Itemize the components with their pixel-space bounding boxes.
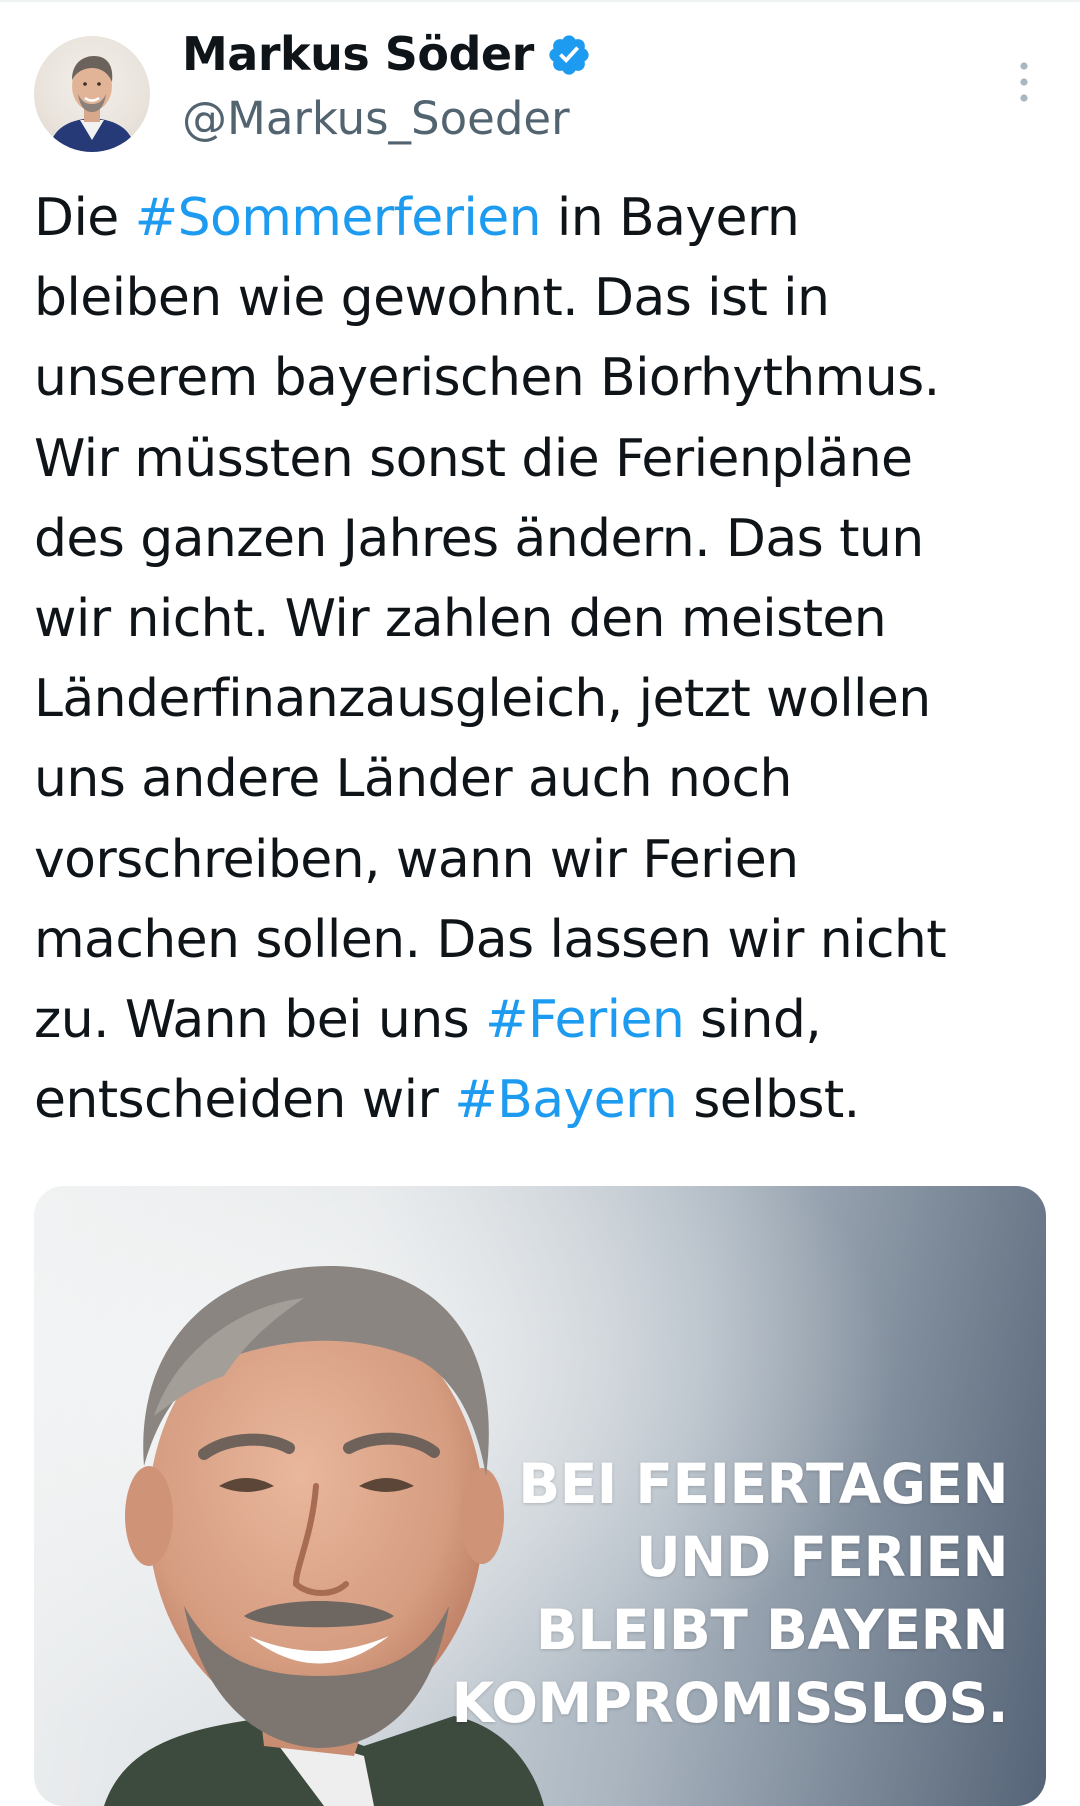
hashtag-link[interactable]: #Ferien [485,990,685,1050]
hashtag-link[interactable]: #Bayern [454,1070,678,1130]
author-handle[interactable]: @Markus_Soeder [182,90,570,148]
more-vertical-icon [1020,62,1028,102]
tweet-text: Die #Sommerferien in Bayern bleiben wie … [34,178,1054,1140]
poster-line: BEI FEIERTAGEN [518,1452,1008,1516]
hashtag-link[interactable]: #Sommerferien [135,188,542,248]
poster-line: KOMPROMISSLOS. [451,1671,1009,1735]
tweet-text-segment: Die [34,188,135,248]
more-options-button[interactable] [1010,58,1038,106]
avatar-portrait-icon [48,56,136,152]
tweet-text-segment: in Bayern bleiben wie gewohnt. Das ist i… [34,188,947,1051]
top-divider [0,0,1080,2]
avatar[interactable] [34,36,150,152]
verified-badge-icon[interactable] [546,32,592,78]
author-display-name[interactable]: Markus Söder [182,24,534,84]
poster-line: BLEIBT BAYERN [535,1598,1009,1662]
poster-line: UND FERIEN [635,1525,1009,1589]
poster-headline: BEI FEIERTAGEN UND FERIEN BLEIBT BAYERN … [451,1448,1009,1740]
author-name-row[interactable]: Markus Söder [182,24,592,84]
tweet-text-segment: selbst. [677,1070,860,1131]
tweet-media-image[interactable]: BEI FEIERTAGEN UND FERIEN BLEIBT BAYERN … [34,1186,1046,1806]
